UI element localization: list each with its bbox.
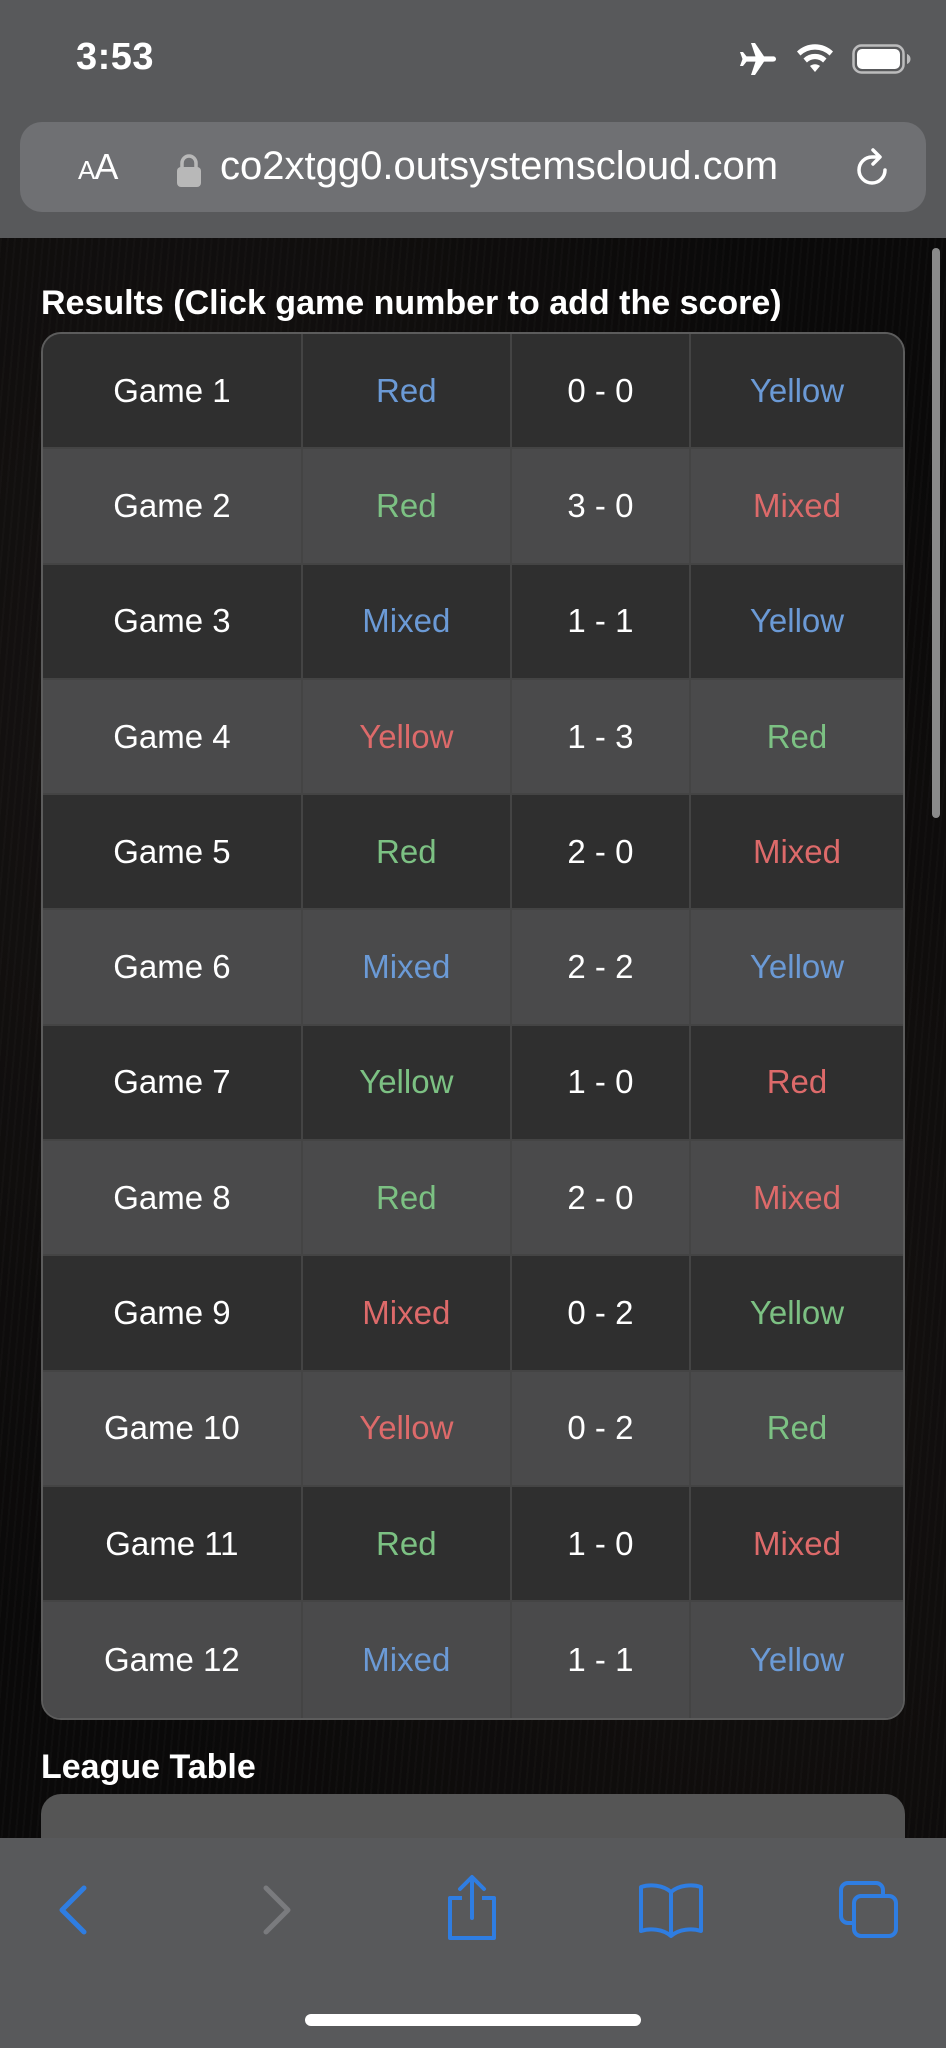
score-cell: 0 - 2	[512, 1256, 691, 1370]
team1-cell: Mixed	[303, 564, 512, 678]
url-text[interactable]: co2xtgg0.outsystemscloud.com	[220, 144, 778, 189]
game-number-cell[interactable]: Game 8	[43, 1141, 303, 1255]
text-size-button[interactable]: AA	[78, 146, 118, 188]
team1-cell: Red	[303, 795, 512, 909]
table-row: Game 6 Mixed 2 - 2 Yellow	[43, 910, 903, 1026]
game-number-cell[interactable]: Game 10	[43, 1371, 303, 1485]
team2-cell: Yellow	[749, 1640, 845, 1678]
team2-cell: Yellow	[749, 948, 845, 986]
score-cell: 1 - 3	[512, 679, 691, 794]
scrollbar[interactable]	[932, 248, 940, 818]
wifi-icon	[797, 44, 833, 72]
battery-icon	[852, 44, 911, 74]
page-content: Results (Click game number to add the sc…	[0, 238, 946, 1838]
table-row: Game 12 Mixed 1 - 1 Yellow	[43, 1602, 903, 1718]
results-title: Results (Click game number to add the sc…	[41, 284, 782, 322]
score-cell: 1 - 1	[512, 1602, 691, 1718]
score-cell: 1 - 0	[512, 1486, 691, 1601]
game-number-cell[interactable]: Game 3	[43, 564, 303, 678]
score-cell: 1 - 1	[512, 564, 691, 678]
status-bar: 3:53	[0, 0, 946, 120]
table-row: Game 11 Red 1 - 0 Mixed	[43, 1486, 903, 1603]
team2-cell: Mixed	[752, 1524, 842, 1562]
table-row: Game 3 Mixed 1 - 1 Yellow	[43, 564, 903, 680]
league-table	[41, 1794, 905, 1838]
table-row: Game 8 Red 2 - 0 Mixed	[43, 1141, 903, 1257]
team2-cell: Mixed	[752, 1178, 842, 1216]
bookmarks-icon[interactable]	[638, 1880, 704, 1940]
table-row: Game 7 Yellow 1 - 0 Red	[43, 1025, 903, 1142]
league-table-title: League Table	[41, 1748, 256, 1786]
table-row: Game 10 Yellow 0 - 2 Red	[43, 1371, 903, 1487]
team2-cell: Red	[766, 1409, 828, 1447]
score-cell: 0 - 2	[512, 1371, 691, 1485]
team2-cell: Red	[766, 717, 828, 755]
score-cell: 3 - 0	[512, 449, 691, 563]
game-number-cell[interactable]: Game 11	[43, 1486, 303, 1601]
team2-cell: Yellow	[749, 1294, 845, 1332]
table-row: Game 9 Mixed 0 - 2 Yellow	[43, 1256, 903, 1372]
score-cell: 1 - 0	[512, 1025, 691, 1140]
score-cell: 2 - 0	[512, 795, 691, 909]
team2-cell: Yellow	[749, 371, 845, 409]
score-cell: 2 - 0	[512, 1141, 691, 1255]
team1-cell: Mixed	[303, 910, 512, 1024]
score-cell: 2 - 2	[512, 910, 691, 1024]
status-icons	[738, 42, 912, 76]
game-number-cell[interactable]: Game 7	[43, 1025, 303, 1140]
team1-cell: Mixed	[303, 1602, 512, 1718]
table-row: Game 5 Red 2 - 0 Mixed	[43, 795, 903, 911]
back-icon[interactable]	[54, 1880, 94, 1940]
team1-cell: Yellow	[303, 679, 512, 794]
team2-cell: Mixed	[752, 486, 842, 524]
status-time: 3:53	[76, 36, 155, 78]
share-icon[interactable]	[444, 1874, 500, 1942]
team1-cell: Red	[303, 334, 512, 448]
team1-cell: Yellow	[303, 1025, 512, 1140]
team2-cell: Yellow	[749, 602, 845, 640]
game-number-cell[interactable]: Game 12	[43, 1602, 303, 1718]
team2-cell: Mixed	[752, 832, 842, 870]
game-number-cell[interactable]: Game 5	[43, 795, 303, 909]
team2-cell: Red	[766, 1063, 828, 1101]
game-number-cell[interactable]: Game 9	[43, 1256, 303, 1370]
team1-cell: Red	[303, 1486, 512, 1601]
team1-cell: Red	[303, 1141, 512, 1255]
lock-icon	[177, 154, 201, 187]
results-table: Game 1 Red 0 - 0 Yellow Game 2 Red 3 - 0 Mixed G…	[41, 332, 905, 1720]
airplane-icon	[740, 43, 776, 75]
game-number-cell[interactable]: Game 2	[43, 449, 303, 563]
game-number-cell[interactable]: Game 6	[43, 910, 303, 1024]
game-number-cell[interactable]: Game 1	[43, 334, 303, 448]
team1-cell: Mixed	[303, 1256, 512, 1370]
game-number-cell[interactable]: Game 4	[43, 679, 303, 794]
score-cell: 0 - 0	[512, 334, 691, 448]
table-row: Game 4 Yellow 1 - 3 Red	[43, 679, 903, 796]
team1-cell: Yellow	[303, 1371, 512, 1485]
team1-cell: Red	[303, 449, 512, 563]
forward-icon[interactable]	[256, 1880, 296, 1940]
table-row: Game 1 Red 0 - 0 Yellow	[43, 334, 903, 450]
tabs-icon[interactable]	[838, 1880, 900, 1940]
table-row: Game 2 Red 3 - 0 Mixed	[43, 449, 903, 565]
address-bar[interactable]: AA co2xtgg0.outsystemscloud.com	[20, 122, 926, 212]
address-bar-container: AA co2xtgg0.outsystemscloud.com	[0, 110, 946, 238]
reload-icon[interactable]	[852, 146, 892, 190]
home-indicator	[305, 2014, 641, 2026]
